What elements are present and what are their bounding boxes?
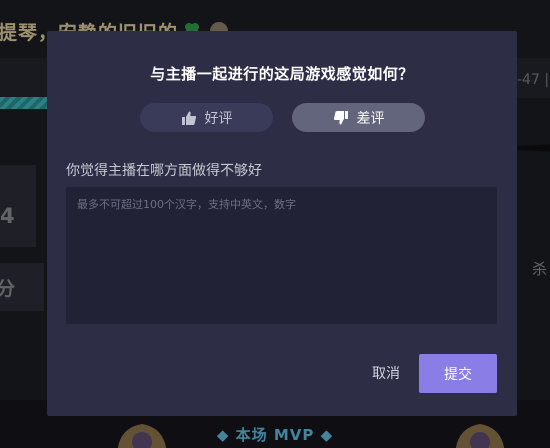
bad-rating-label: 差评 — [356, 110, 385, 127]
good-rating-label: 好评 — [204, 110, 233, 127]
thumbs-up-icon — [181, 111, 196, 125]
thumbs-down-icon — [333, 110, 348, 124]
dialog-title: 与主播一起进行的这局游戏感觉如何？ — [150, 65, 414, 83]
good-rating-button[interactable]: 好评 — [140, 103, 273, 132]
cancel-button[interactable]: 取消 — [358, 354, 414, 392]
feedback-textarea[interactable] — [66, 187, 497, 324]
bad-rating-button[interactable]: 差评 — [292, 103, 425, 132]
submit-button[interactable]: 提交 — [419, 354, 497, 393]
rating-dialog: 与主播一起进行的这局游戏感觉如何？ 好评 差评 你觉得主播在哪方面做得不够好 取… — [47, 31, 517, 416]
feedback-question: 你觉得主播在哪方面做得不够好 — [66, 163, 262, 179]
